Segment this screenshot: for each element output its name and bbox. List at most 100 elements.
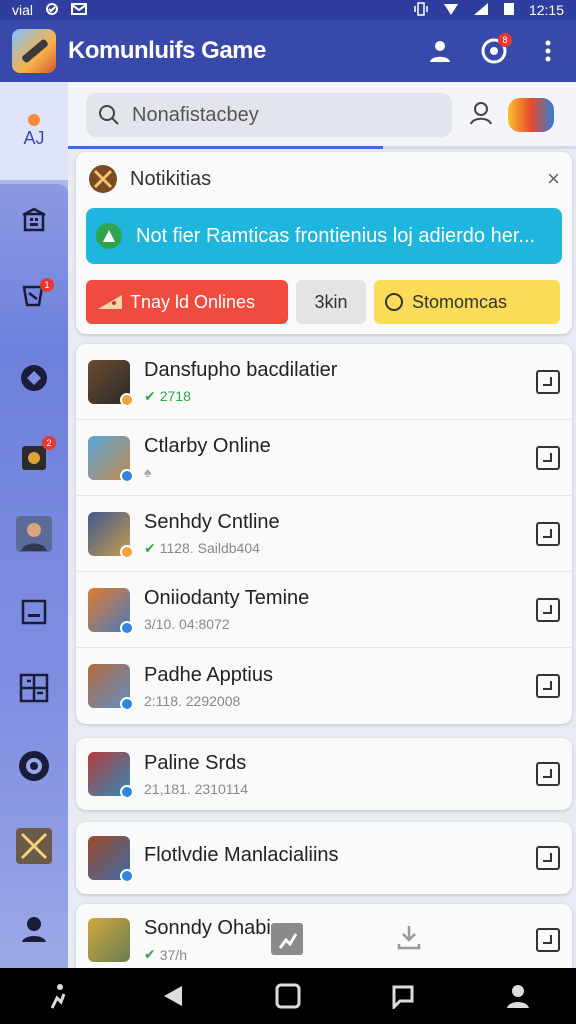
system-nav-bar (0, 968, 576, 1024)
carrier-label: vial (12, 2, 34, 18)
app-title: Komunluifs Game (68, 37, 266, 64)
stomomcas-label: Stomomcas (412, 291, 508, 312)
rail-item-home[interactable] (0, 192, 68, 248)
list-item-title: Padhe Apptius (144, 663, 273, 686)
search-field[interactable]: Nonafistacbey (86, 93, 452, 137)
check-icon: ✔ (144, 539, 156, 556)
game-card: Sonndy Ohabia ✔ 37/h (76, 904, 572, 968)
list-item-subtitle: 2718 (159, 388, 191, 404)
loading-progress (68, 146, 576, 149)
nav-assistant-button[interactable] (38, 976, 78, 1016)
rail-account-label: AJ (23, 127, 45, 148)
play-online-label: Tnay ld Onlines (130, 291, 256, 312)
rail-item-avatar[interactable] (0, 506, 68, 562)
people-icon (470, 101, 492, 124)
stomomcas-button[interactable]: Stomomcas (374, 280, 560, 324)
info-banner[interactable]: Not fier Ramticas frontienius loj adierd… (86, 208, 562, 264)
rail-item-window[interactable] (0, 584, 68, 640)
game-card: Paline Srds 21,181. 2310114 (76, 738, 572, 810)
profile-button[interactable] (424, 35, 456, 67)
open-external-icon[interactable] (536, 846, 560, 870)
status-dot (120, 697, 134, 711)
rail-item-community[interactable] (0, 900, 68, 956)
game-thumbnail (88, 587, 134, 635)
game-thumbnail (88, 752, 134, 799)
run-icon[interactable] (270, 922, 304, 961)
list-item-title: Paline Srds (144, 751, 247, 774)
overflow-menu-button[interactable] (532, 35, 564, 67)
notification-badge: 8 (498, 33, 512, 47)
list-item[interactable]: Ctlarby Online ♠ (76, 420, 572, 496)
rail-item-explore[interactable] (0, 350, 68, 406)
list-item[interactable]: Dansfupho bacdilatier ✔ 2718 (76, 344, 572, 420)
people-button[interactable] (468, 100, 494, 131)
check-icon: ✔ (144, 946, 156, 962)
rail-item-battle[interactable] (0, 818, 68, 874)
notification-card: Notikitias × Not fier Ramticas frontieni… (76, 152, 572, 334)
game-thumbnail (88, 435, 134, 483)
nav-home-button[interactable] (268, 976, 308, 1016)
list-item-subtitle: 2:118. 2292008 (144, 692, 241, 709)
notification-emblem-icon (89, 165, 117, 193)
play-online-button[interactable]: Tnay ld Onlines (86, 280, 288, 324)
list-item-title: Ctlarby Online (144, 435, 271, 457)
target-icon (19, 751, 49, 781)
open-external-icon[interactable] (536, 674, 560, 698)
wifi-icon (443, 2, 459, 19)
nav-profile-button[interactable] (498, 976, 538, 1016)
recent-apps-icon (392, 985, 414, 1009)
hero-avatar-icon (16, 516, 52, 552)
rail-item-target[interactable] (0, 738, 68, 794)
open-external-icon[interactable] (536, 369, 560, 394)
open-external-icon[interactable] (536, 597, 560, 622)
game-thumbnail (88, 359, 134, 407)
list-item[interactable]: Paline Srds 21,181. 2310114 (76, 738, 572, 810)
sync-icon (45, 2, 59, 19)
nav-back-button[interactable] (153, 976, 193, 1016)
search-icon (99, 105, 119, 125)
list-item[interactable]: Flotlvdie Manlacialiins (76, 822, 572, 894)
game-thumbnail (88, 664, 134, 711)
status-bar: vial 12:15 (0, 0, 576, 20)
notification-title: Notikitias (130, 167, 212, 190)
game-thumbnail (88, 836, 134, 883)
game-card: Flotlvdie Manlacialiins (76, 822, 572, 894)
back-triangle-icon (163, 986, 182, 1006)
splash-icon (21, 365, 47, 391)
list-item[interactable]: Sonndy Ohabia ✔ 37/h (76, 904, 572, 968)
rail-item-chat[interactable]: 1 (0, 268, 68, 324)
signal-icon (473, 2, 489, 19)
list-item-title: Senhdy Cntline (144, 510, 280, 533)
person-icon (430, 41, 450, 62)
building-icon (22, 207, 46, 232)
close-button[interactable]: × (547, 166, 560, 192)
skin-button[interactable]: 3kin (296, 280, 366, 324)
game-thumbnail (88, 918, 130, 962)
account-icon (507, 985, 530, 1008)
rail-badge-b: 2 (42, 436, 56, 450)
open-external-icon[interactable] (536, 521, 560, 546)
circle-icon (385, 293, 403, 311)
status-dot (120, 620, 134, 635)
nav-recent-button[interactable] (383, 976, 423, 1016)
notifications-button[interactable]: 8 (478, 33, 512, 67)
list-item[interactable]: Senhdy Cntline ✔ 1128. Saildb404 (76, 496, 572, 572)
clock-time: 12:15 (528, 2, 564, 18)
alert-icon (96, 223, 122, 249)
list-item[interactable]: Oniiodanty Temine 3/10. 04:8072 (76, 572, 572, 648)
rail-item-game[interactable]: 2 (0, 430, 68, 486)
mail-icon (71, 2, 88, 19)
window-icon (21, 599, 47, 625)
open-external-icon[interactable] (536, 762, 560, 786)
runner-icon (50, 984, 65, 1009)
list-item[interactable]: Padhe Apptius 2:118. 2292008 (76, 648, 572, 724)
rail-item-grid[interactable] (0, 660, 68, 716)
rail-account[interactable]: AJ (0, 82, 68, 180)
open-external-icon[interactable] (536, 928, 560, 952)
download-icon[interactable] (394, 922, 424, 957)
list-item-title: Flotlvdie Manlacialiins (144, 843, 339, 866)
game-list: Dansfupho bacdilatier ✔ 2718 Ctlarby Onli… (76, 344, 572, 724)
open-external-icon[interactable] (536, 445, 560, 470)
app-logo (12, 29, 56, 73)
user-avatar[interactable] (508, 98, 554, 132)
